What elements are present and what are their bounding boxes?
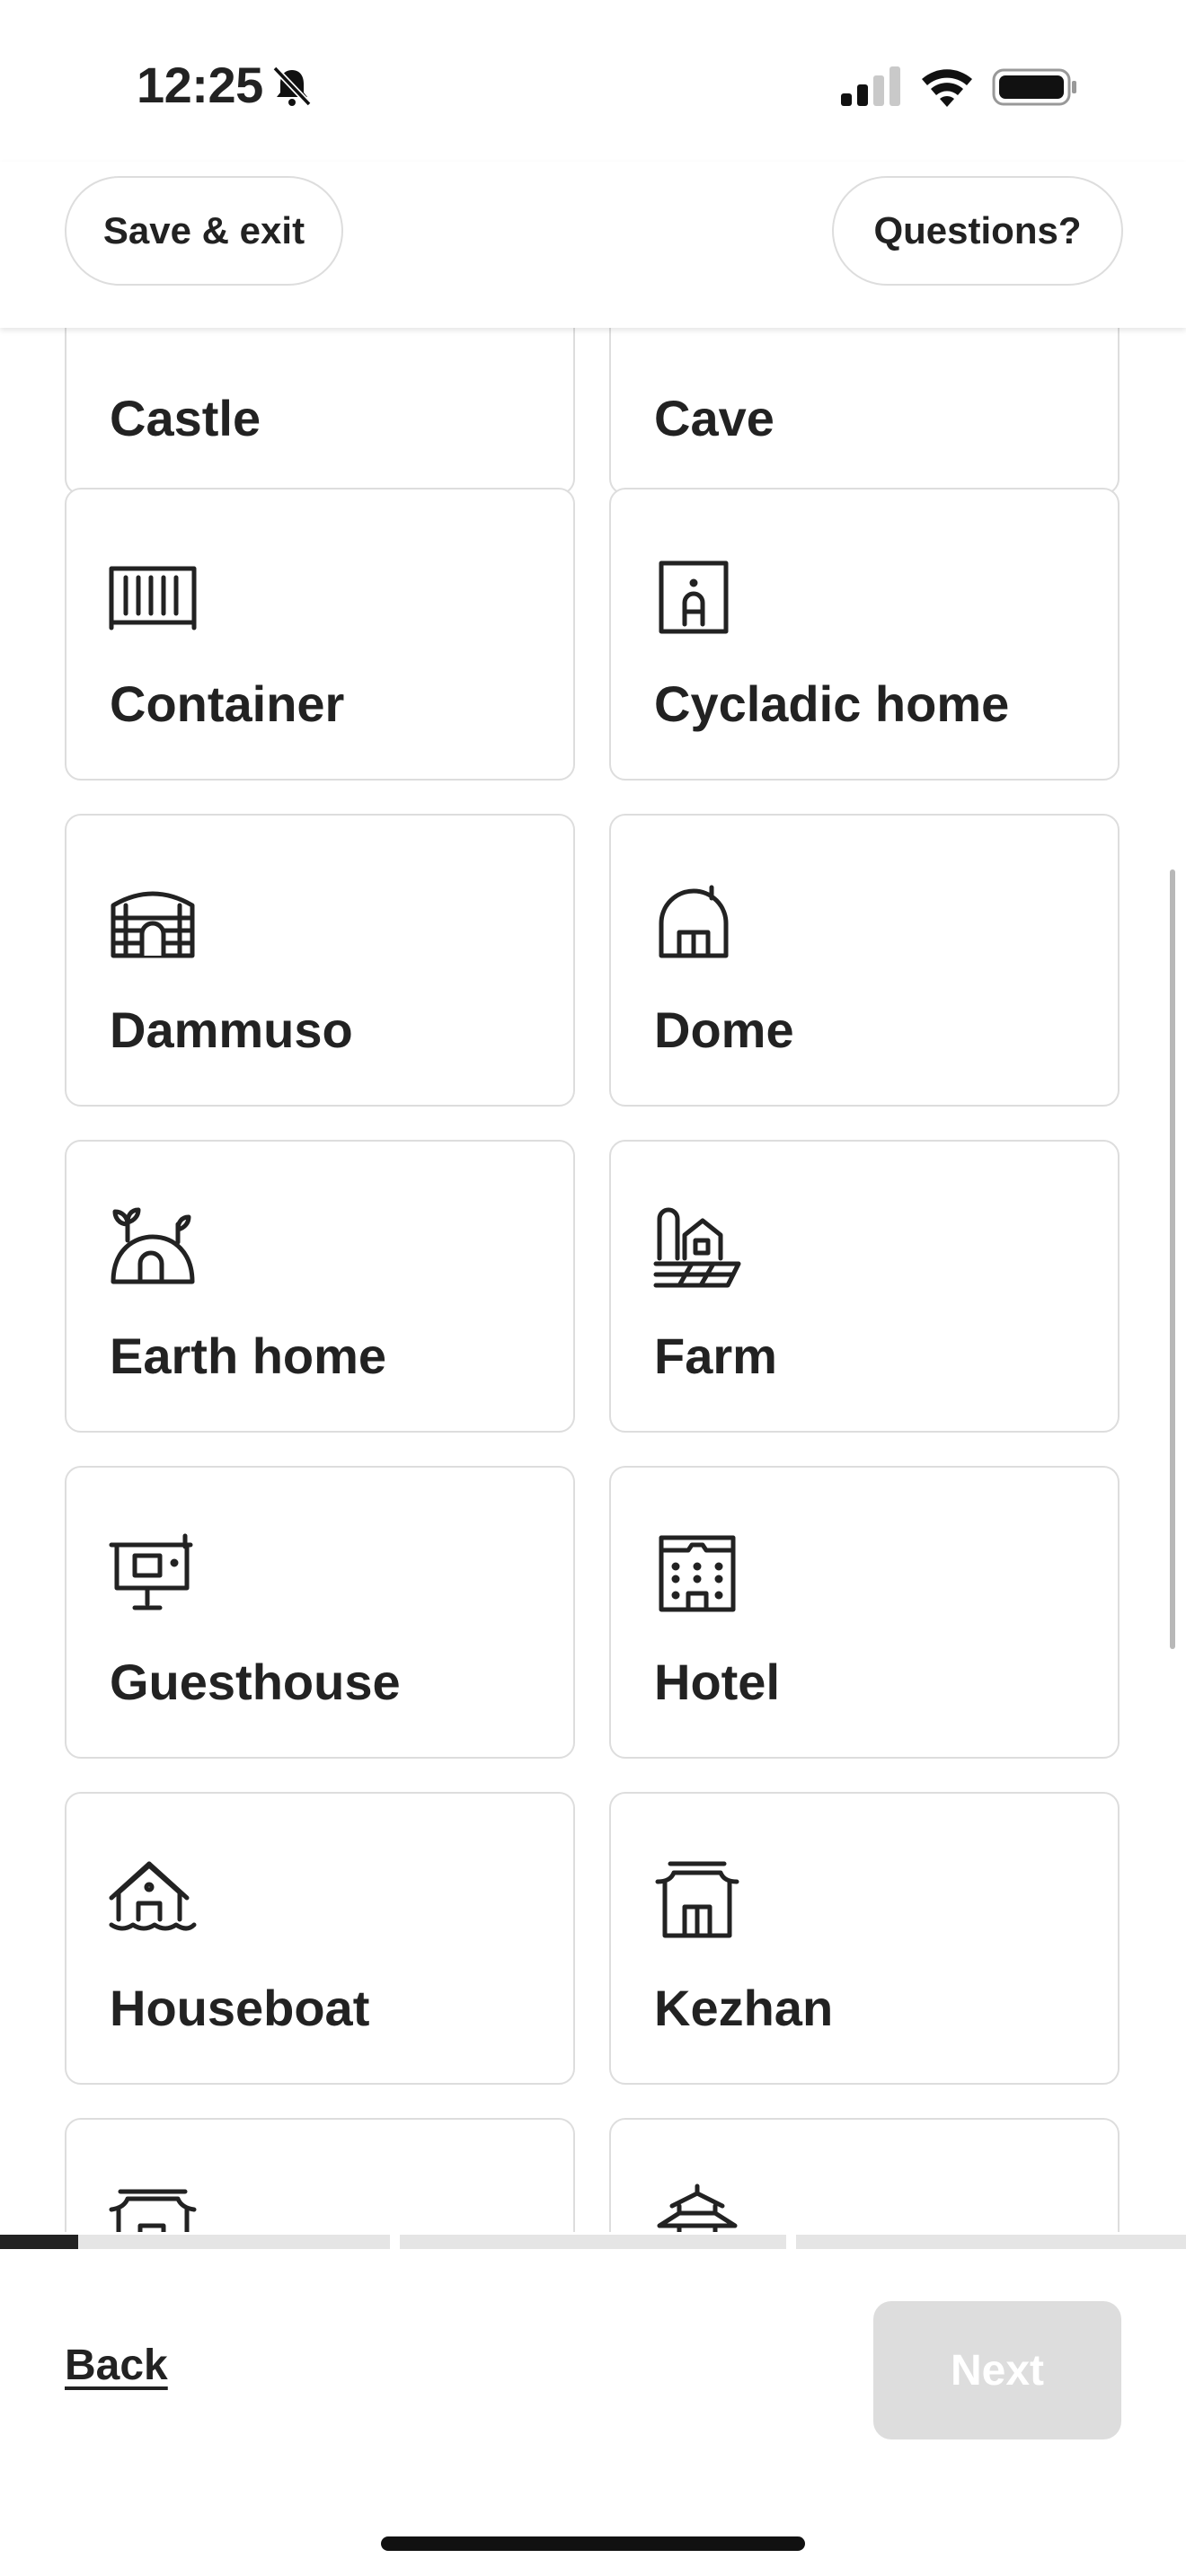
status-bar: 12:25 bbox=[0, 0, 1186, 162]
tile-label: Cave bbox=[654, 390, 774, 446]
property-type-grid[interactable]: Castle Cave Container Cycladic home Damm… bbox=[0, 328, 1186, 2232]
dammuso-icon bbox=[111, 891, 195, 958]
tile-container[interactable]: Container bbox=[65, 488, 575, 781]
next-button[interactable]: Next bbox=[873, 2301, 1121, 2439]
tile-label: Hotel bbox=[654, 1654, 780, 1710]
tile-cycladic-home[interactable]: Cycladic home bbox=[609, 488, 1120, 781]
progress-segment-2 bbox=[400, 2235, 786, 2249]
tile-label: Farm bbox=[654, 1328, 777, 1384]
tile-dome[interactable]: Dome bbox=[609, 814, 1120, 1107]
cycladic-home-icon bbox=[659, 560, 729, 634]
tile-castle[interactable]: Castle bbox=[65, 328, 575, 495]
hotel-icon bbox=[659, 1535, 736, 1612]
progress-bar bbox=[0, 2235, 1186, 2251]
tile-minsu[interactable] bbox=[65, 2118, 575, 2232]
tile-pagoda[interactable] bbox=[609, 2118, 1120, 2232]
tile-label: Kezhan bbox=[654, 1980, 834, 2036]
scrollbar[interactable] bbox=[1170, 869, 1175, 1649]
tile-earth-home[interactable]: Earth home bbox=[65, 1140, 575, 1433]
tile-farm[interactable]: Farm bbox=[609, 1140, 1120, 1433]
minsu-icon bbox=[109, 2189, 197, 2232]
cellular-signal-icon bbox=[841, 66, 900, 106]
tile-label: Cycladic home bbox=[654, 675, 1010, 732]
questions-button[interactable]: Questions? bbox=[832, 176, 1123, 286]
farm-icon bbox=[653, 1207, 741, 1288]
tile-label: Earth home bbox=[110, 1328, 387, 1384]
tile-label: Guesthouse bbox=[110, 1654, 401, 1710]
wifi-icon bbox=[922, 69, 972, 107]
progress-segment-3 bbox=[796, 2235, 1186, 2249]
container-icon bbox=[109, 566, 197, 631]
battery-icon bbox=[992, 68, 1076, 106]
save-exit-button[interactable]: Save & exit bbox=[65, 176, 343, 286]
kezhan-icon bbox=[655, 1861, 739, 1938]
dome-icon bbox=[659, 885, 729, 958]
houseboat-icon bbox=[109, 1861, 197, 1931]
status-time: 12:25 bbox=[137, 57, 263, 113]
tile-cave[interactable]: Cave bbox=[609, 328, 1120, 495]
tile-label: Dammuso bbox=[110, 1001, 353, 1058]
tile-label: Container bbox=[110, 675, 345, 732]
tile-houseboat[interactable]: Houseboat bbox=[65, 1792, 575, 2085]
earth-home-icon bbox=[111, 1207, 195, 1284]
bell-muted-icon bbox=[272, 66, 312, 107]
tile-hotel[interactable]: Hotel bbox=[609, 1466, 1120, 1759]
progress-segment-1-fill bbox=[0, 2235, 78, 2249]
tile-label: Castle bbox=[110, 390, 261, 446]
guesthouse-icon bbox=[109, 1533, 193, 1610]
tile-dammuso[interactable]: Dammuso bbox=[65, 814, 575, 1107]
pagoda-icon bbox=[657, 2183, 738, 2232]
back-link[interactable]: Back bbox=[65, 2341, 168, 2390]
home-indicator[interactable] bbox=[381, 2536, 805, 2551]
tile-guesthouse[interactable]: Guesthouse bbox=[65, 1466, 575, 1759]
progress-segment-1 bbox=[0, 2235, 390, 2249]
tile-kezhan[interactable]: Kezhan bbox=[609, 1792, 1120, 2085]
tile-label: Dome bbox=[654, 1001, 794, 1058]
tile-label: Houseboat bbox=[110, 1980, 370, 2036]
